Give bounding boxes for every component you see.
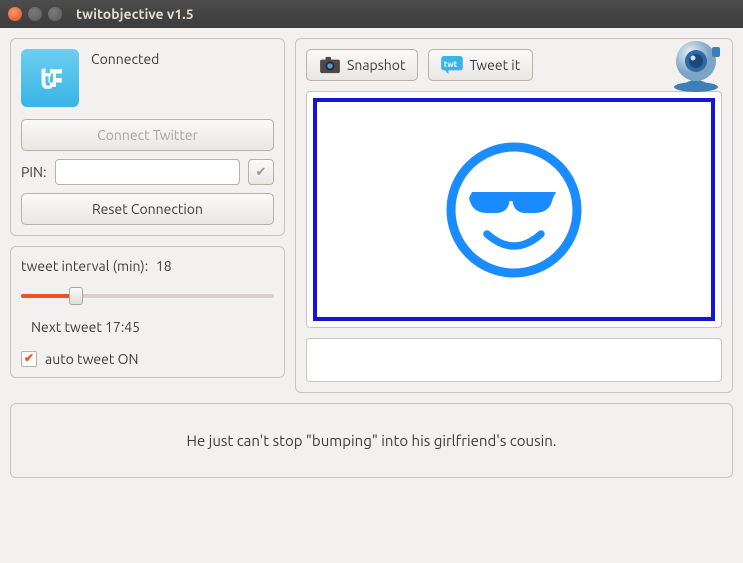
snapshot-button[interactable]: Snapshot xyxy=(306,49,418,81)
connect-twitter-button[interactable]: Connect Twitter xyxy=(21,119,274,151)
minimize-icon[interactable] xyxy=(28,7,42,21)
tweet-interval-slider[interactable] xyxy=(21,289,274,303)
smiley-sunglasses-icon xyxy=(439,135,589,285)
tweet-interval-label: tweet interval (min): xyxy=(21,258,148,274)
auto-tweet-checkbox[interactable] xyxy=(21,351,37,367)
camera-icon xyxy=(319,56,341,74)
interval-panel: tweet interval (min): 18 Next tweet 17:4… xyxy=(10,246,285,378)
footer-panel: He just can't stop "bumping" into his gi… xyxy=(10,403,733,478)
webcam-icon xyxy=(668,39,728,97)
twitter-logo-icon: t xyxy=(21,49,79,107)
maximize-icon[interactable] xyxy=(48,7,62,21)
footer-text: He just can't stop "bumping" into his gi… xyxy=(187,432,557,449)
tweet-it-label: Tweet it xyxy=(469,57,520,73)
tweet-it-button[interactable]: twt Tweet it xyxy=(428,49,533,81)
check-icon: ✔ xyxy=(255,165,266,180)
caption-input[interactable] xyxy=(306,338,722,382)
snapshot-preview xyxy=(306,91,722,328)
pin-input[interactable] xyxy=(55,159,240,185)
titlebar: twitobjective v1.5 xyxy=(0,0,743,28)
window-title: twitobjective v1.5 xyxy=(76,6,194,22)
svg-text:t: t xyxy=(40,61,53,95)
svg-text:twt: twt xyxy=(444,59,458,69)
tweet-interval-value: 18 xyxy=(156,258,172,274)
connection-status: Connected xyxy=(91,49,159,67)
auto-tweet-label: auto tweet ON xyxy=(45,351,138,367)
pin-label: PIN: xyxy=(21,164,47,180)
reset-connection-button[interactable]: Reset Connection xyxy=(21,193,274,225)
twt-icon: twt xyxy=(441,56,463,74)
snapshot-label: Snapshot xyxy=(347,57,405,73)
capture-panel: Snapshot twt Tweet it xyxy=(295,38,733,393)
connection-panel: t Connected Connect Twitter PIN: ✔ Reset… xyxy=(10,38,285,236)
window-controls xyxy=(8,7,62,21)
pin-confirm-button[interactable]: ✔ xyxy=(248,159,274,185)
next-tweet-label: Next tweet 17:45 xyxy=(31,319,274,335)
slider-thumb[interactable] xyxy=(69,287,83,305)
close-icon[interactable] xyxy=(8,7,22,21)
